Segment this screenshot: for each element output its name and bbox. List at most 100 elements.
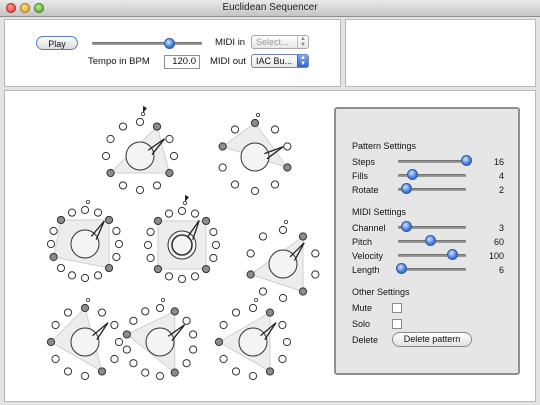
step-dot[interactable] — [278, 354, 287, 364]
step-dot[interactable] — [46, 239, 56, 249]
step-dot[interactable] — [80, 371, 90, 381]
step-dot-active[interactable] — [80, 303, 90, 313]
step-dot[interactable] — [270, 180, 280, 189]
velocity-slider-knob[interactable] — [446, 249, 458, 260]
step-dot-active[interactable] — [218, 142, 227, 151]
flag-icon[interactable] — [143, 106, 147, 113]
step-dot[interactable] — [278, 293, 288, 303]
step-dot-active[interactable] — [298, 232, 308, 241]
step-dot[interactable] — [110, 354, 119, 364]
step-dot[interactable] — [190, 272, 200, 281]
step-dot[interactable] — [93, 271, 103, 280]
step-dot[interactable] — [80, 273, 90, 283]
step-dot-active[interactable] — [122, 330, 131, 339]
step-dot[interactable] — [122, 345, 131, 354]
channel-slider-knob[interactable] — [401, 221, 413, 232]
step-dot-active[interactable] — [250, 118, 260, 128]
step-dot[interactable] — [270, 125, 280, 134]
step-dot[interactable] — [67, 271, 77, 280]
pattern-5[interactable] — [246, 219, 320, 303]
step-dot[interactable] — [182, 359, 191, 368]
step-dot[interactable] — [283, 142, 292, 151]
step-dot[interactable] — [189, 345, 198, 354]
step-dot[interactable] — [67, 208, 77, 217]
step-dot[interactable] — [114, 337, 124, 347]
step-dot[interactable] — [219, 320, 228, 330]
step-dot[interactable] — [164, 272, 174, 281]
start-marker[interactable] — [160, 297, 165, 302]
pattern-1[interactable] — [101, 106, 179, 195]
step-dot-active[interactable] — [170, 368, 179, 377]
step-dot[interactable] — [182, 316, 191, 325]
step-dot-active[interactable] — [246, 270, 255, 279]
step-dot[interactable] — [311, 249, 320, 258]
step-dot[interactable] — [63, 308, 73, 317]
start-marker[interactable] — [255, 113, 260, 118]
step-dot[interactable] — [209, 227, 218, 237]
step-dot[interactable] — [190, 209, 200, 218]
step-dot[interactable] — [246, 249, 255, 258]
step-dot-active[interactable] — [201, 264, 211, 274]
step-dot[interactable] — [248, 303, 258, 313]
step-dot-active[interactable] — [97, 367, 107, 376]
flag-icon[interactable] — [185, 195, 189, 202]
mute-checkbox[interactable] — [392, 303, 402, 313]
pattern-hub[interactable] — [70, 229, 100, 259]
pattern-hub[interactable] — [70, 327, 100, 357]
step-dot[interactable] — [250, 186, 260, 196]
step-dot[interactable] — [231, 308, 241, 317]
length-slider-track[interactable] — [398, 268, 466, 271]
step-dot[interactable] — [106, 134, 115, 144]
pitch-slider-knob[interactable] — [424, 235, 436, 246]
step-dot[interactable] — [311, 270, 320, 279]
step-dot[interactable] — [141, 368, 150, 377]
step-dot[interactable] — [56, 263, 66, 273]
step-dot[interactable] — [135, 117, 145, 127]
step-dot[interactable] — [218, 163, 227, 172]
pattern-7[interactable] — [122, 297, 198, 381]
step-dot[interactable] — [155, 303, 165, 313]
pattern-4[interactable] — [143, 195, 221, 284]
steps-slider-track[interactable] — [398, 160, 466, 163]
step-dot[interactable] — [93, 208, 103, 217]
step-dot-active[interactable] — [104, 263, 114, 273]
step-dot[interactable] — [143, 240, 153, 250]
step-dot[interactable] — [177, 206, 187, 216]
step-dot-active[interactable] — [170, 307, 179, 316]
step-dot[interactable] — [231, 367, 241, 376]
pattern-hub[interactable] — [240, 142, 270, 172]
step-dot-active[interactable] — [153, 216, 163, 226]
pattern-6[interactable] — [46, 297, 124, 381]
step-dot[interactable] — [63, 367, 73, 376]
step-dot[interactable] — [248, 371, 258, 381]
solo-checkbox[interactable] — [392, 319, 402, 329]
step-dot-active[interactable] — [49, 252, 58, 262]
step-dot-active[interactable] — [165, 168, 174, 178]
start-marker[interactable] — [86, 297, 91, 302]
step-dot[interactable] — [169, 151, 179, 161]
step-dot[interactable] — [152, 181, 162, 190]
step-dot[interactable] — [258, 287, 268, 296]
step-dot[interactable] — [80, 205, 90, 215]
pattern-2[interactable] — [218, 113, 292, 196]
pattern-hub[interactable] — [238, 327, 268, 357]
step-dot-active[interactable] — [298, 287, 308, 296]
step-dot[interactable] — [230, 125, 240, 134]
step-dot[interactable] — [209, 253, 218, 263]
step-dot[interactable] — [219, 354, 228, 364]
step-dot[interactable] — [164, 209, 174, 218]
step-dot[interactable] — [101, 151, 111, 161]
step-dot[interactable] — [146, 227, 155, 237]
step-dot-active[interactable] — [56, 215, 66, 225]
start-marker[interactable] — [86, 199, 91, 204]
step-dot[interactable] — [51, 320, 60, 330]
step-dot-active[interactable] — [106, 168, 115, 178]
step-dot[interactable] — [146, 253, 155, 263]
delete-pattern-button[interactable]: Delete pattern — [392, 332, 472, 347]
step-dot[interactable] — [110, 320, 119, 330]
step-dot[interactable] — [118, 122, 128, 131]
step-dot-active[interactable] — [153, 264, 163, 274]
pattern-hub[interactable] — [145, 327, 175, 357]
step-dot[interactable] — [189, 330, 198, 339]
step-dot-active[interactable] — [201, 216, 211, 226]
